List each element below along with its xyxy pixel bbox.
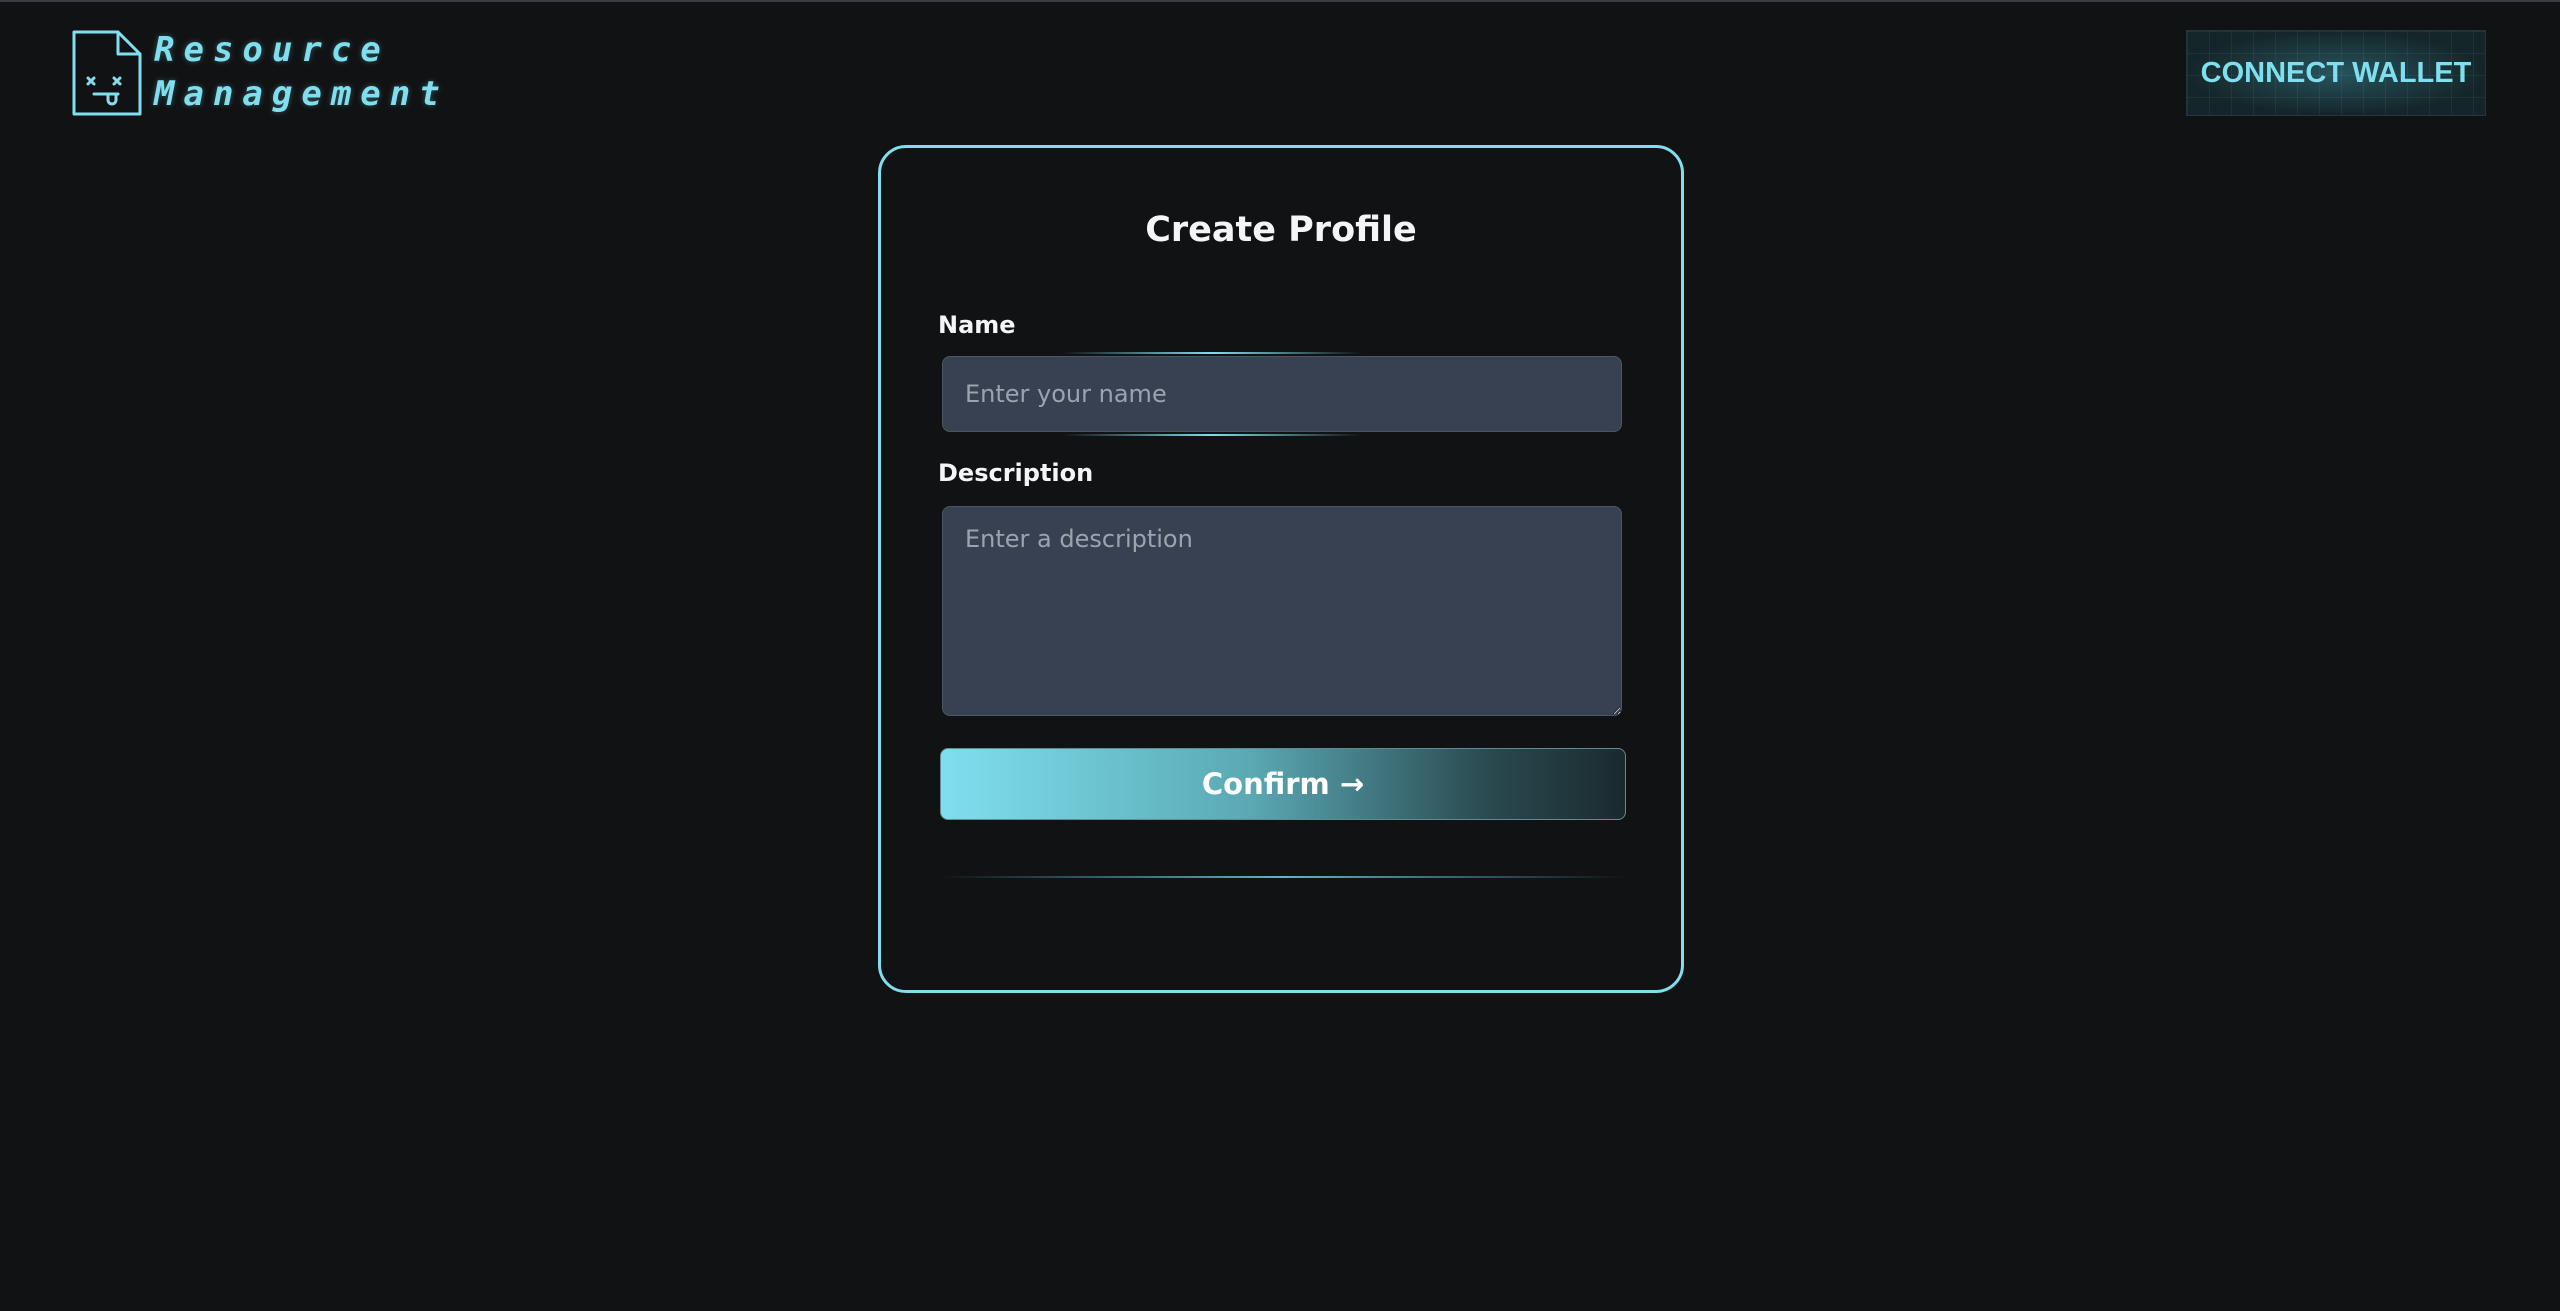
- file-dead-face-icon: [70, 28, 144, 122]
- top-border: [0, 0, 2560, 2]
- name-input[interactable]: [942, 356, 1622, 432]
- create-profile-card: Create Profile Name Description Confirm …: [878, 145, 1684, 993]
- description-label: Description: [938, 459, 1094, 487]
- app-title-line-2: Management: [154, 74, 449, 114]
- confirm-button[interactable]: Confirm →: [940, 748, 1626, 820]
- name-field-glow-bottom: [1062, 434, 1362, 436]
- app-title: Resource Management: [154, 28, 449, 116]
- page-title: Create Profile: [1145, 210, 1417, 250]
- name-label: Name: [938, 311, 1016, 339]
- name-field-glow-top: [1062, 352, 1362, 354]
- divider: [940, 876, 1626, 878]
- description-textarea[interactable]: [942, 506, 1622, 716]
- app-title-line-1: Resource: [154, 30, 390, 70]
- app-logo[interactable]: Resource Management: [70, 28, 449, 122]
- name-field-wrapper: [942, 352, 1622, 436]
- connect-wallet-button[interactable]: CONNECT WALLET: [2186, 30, 2486, 116]
